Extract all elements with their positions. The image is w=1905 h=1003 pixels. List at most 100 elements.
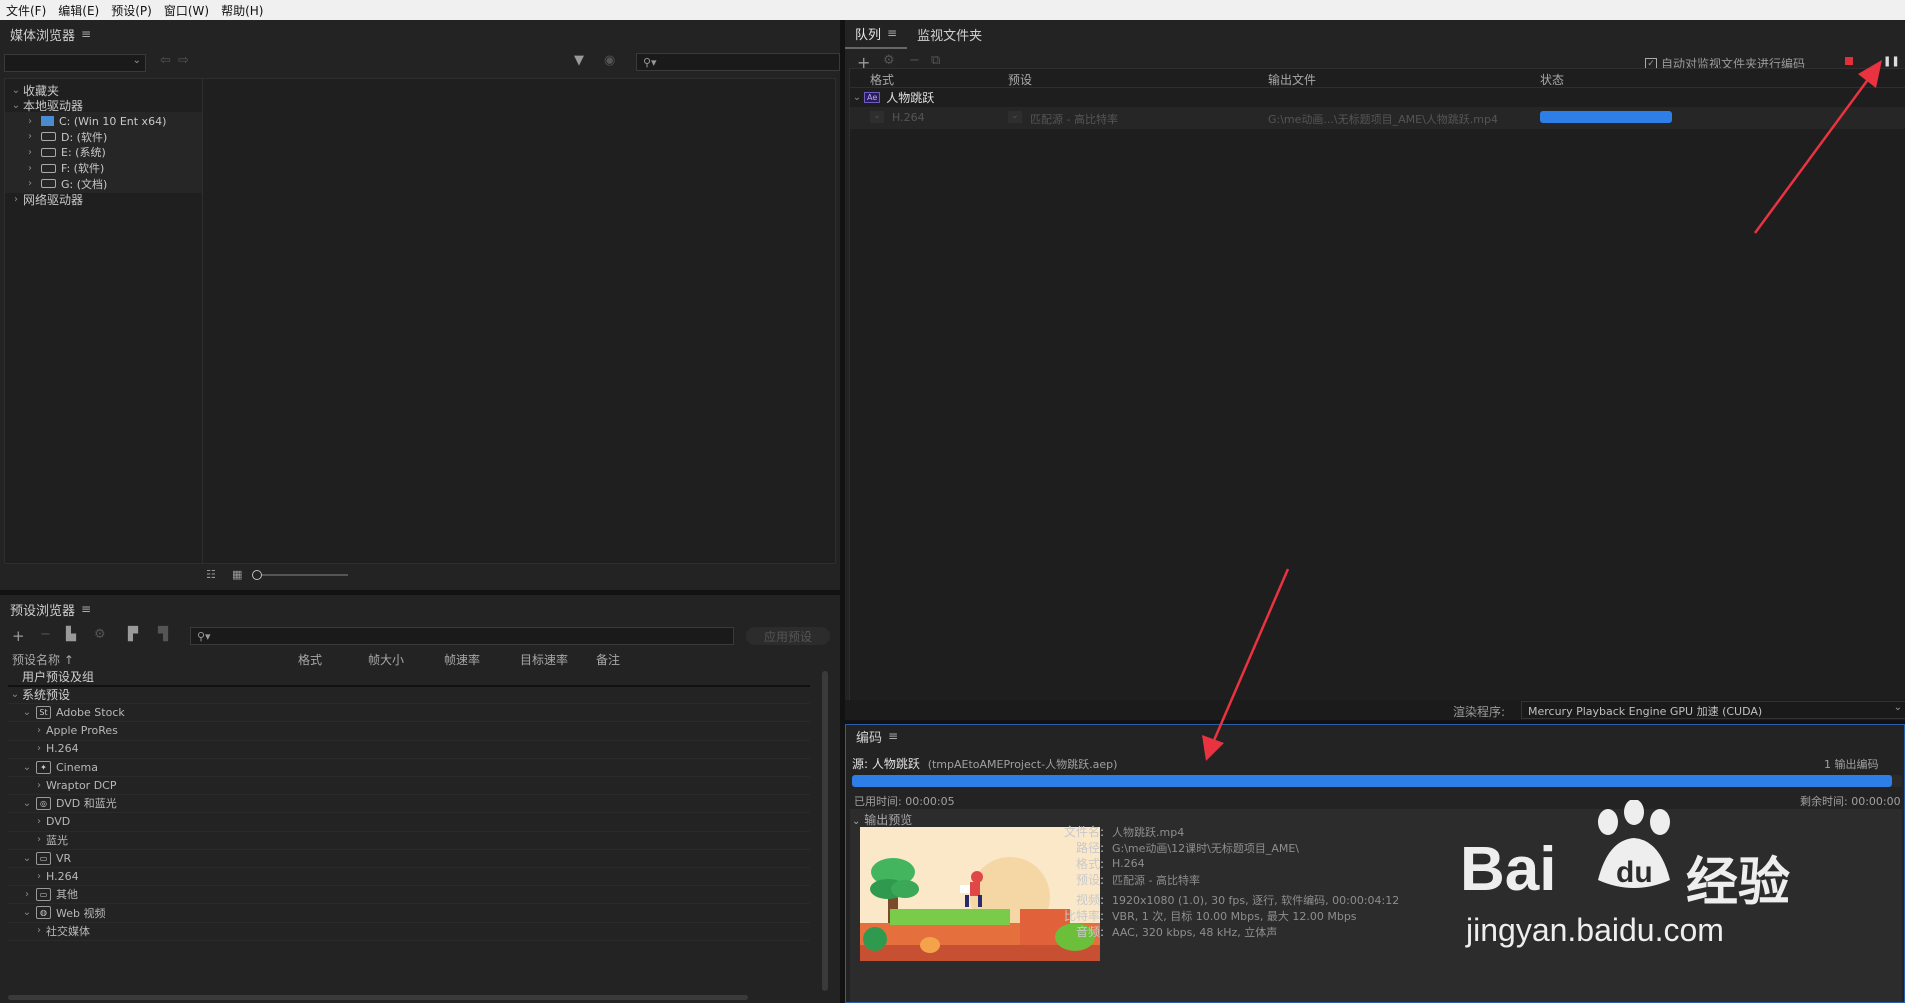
export-icon[interactable]: ▜: [158, 627, 168, 642]
forward-arrow-icon[interactable]: ⇨: [178, 53, 189, 68]
filter-icon[interactable]: ▼: [574, 53, 584, 68]
queue-item-header[interactable]: ⌄ Ae 人物跳跃: [850, 88, 1905, 106]
chevron-right-icon[interactable]: ›: [32, 780, 46, 791]
chevron-right-icon[interactable]: ›: [9, 194, 23, 205]
remove-icon[interactable]: −: [40, 627, 51, 642]
col-frame-size[interactable]: 帧大小: [368, 651, 404, 668]
tab-encoding[interactable]: 编码 ≡: [846, 725, 908, 747]
col-preset[interactable]: 预设: [1008, 71, 1032, 88]
media-search-input[interactable]: ⚲▾: [636, 53, 840, 71]
chevron-right-icon[interactable]: ›: [32, 816, 46, 827]
col-target-rate[interactable]: 目标速率: [520, 651, 568, 668]
list-view-icon[interactable]: ☷: [206, 568, 216, 581]
menu-window[interactable]: 窗口(W): [158, 2, 215, 19]
view-icon[interactable]: ◉: [604, 53, 615, 68]
output-preview-toggle[interactable]: ⌄ 输出预览: [852, 811, 912, 828]
annotation-arrow-top: [1753, 60, 1882, 234]
zoom-slider[interactable]: [252, 570, 348, 580]
chevron-down-icon[interactable]: ⌄: [8, 689, 22, 700]
col-format[interactable]: 格式: [298, 651, 322, 668]
panel-menu-icon[interactable]: ≡: [887, 26, 897, 40]
elapsed-time: 已用时间: 00:00:05: [854, 795, 955, 808]
tree-item-label: 网络驱动器: [23, 192, 84, 207]
preset-search-input[interactable]: ⚲▾: [190, 627, 734, 645]
queue-output-path[interactable]: G:\me动画...\无标题项目_AME\人物跳跃.mp4: [1268, 111, 1498, 127]
chevron-down-icon[interactable]: ⌄: [9, 85, 23, 96]
apply-preset-button[interactable]: 应用预设: [746, 627, 830, 645]
remove-icon[interactable]: −: [909, 53, 920, 68]
menu-edit[interactable]: 编辑(E): [52, 2, 105, 19]
format-dropdown[interactable]: ⌄: [870, 111, 884, 123]
chevron-right-icon[interactable]: ›: [23, 178, 37, 189]
settings-icon[interactable]: ⚙: [94, 627, 106, 642]
menu-presets[interactable]: 预设(P): [105, 2, 158, 19]
tab-preset-browser[interactable]: 预设浏览器 ≡: [0, 595, 101, 623]
menu-file[interactable]: 文件(F): [0, 2, 52, 19]
queue-output-row[interactable]: ⌄ H.264 ⌄ 匹配源 - 高比特率 G:\me动画...\无标题项目_AM…: [850, 107, 1905, 129]
chevron-down-icon[interactable]: ⌄: [20, 798, 34, 809]
panel-menu-icon[interactable]: ≡: [81, 27, 91, 41]
chevron-down-icon[interactable]: ⌄: [20, 707, 34, 718]
preset-list-item[interactable]: › Wraptor DCP: [8, 776, 810, 796]
renderer-dropdown[interactable]: Mercury Playback Engine GPU 加速 (CUDA) ⌄: [1521, 701, 1905, 719]
chevron-right-icon[interactable]: ›: [32, 925, 46, 936]
queue-preset[interactable]: 匹配源 - 高比特率: [1030, 111, 1118, 127]
preset-list-item[interactable]: ⌄ 系统预设: [8, 685, 810, 705]
new-group-icon[interactable]: ▙: [66, 627, 76, 642]
preset-list-item[interactable]: ⌄ St Adobe Stock: [8, 703, 810, 723]
preset-list-item[interactable]: › DVD: [8, 813, 810, 832]
tree-item[interactable]: › 网络驱动器: [5, 190, 202, 208]
chevron-right-icon[interactable]: ›: [32, 871, 46, 882]
preset-list-item[interactable]: ⌄ ◎ DVD 和蓝光: [8, 794, 810, 814]
col-comment[interactable]: 备注: [596, 651, 620, 668]
tab-watch-folders[interactable]: 监视文件夹: [907, 20, 992, 48]
location-dropdown[interactable]: ⌄: [4, 54, 146, 72]
queue-format[interactable]: H.264: [892, 111, 925, 124]
preset-list-item[interactable]: ⌄ ◍ Web 视频: [8, 904, 810, 923]
queue-column-header: 格式 预设 输出文件 状态: [850, 69, 1905, 88]
preset-list-item[interactable]: ⌄ ✦ Cinema: [8, 758, 810, 777]
chevron-right-icon[interactable]: ›: [32, 834, 46, 845]
preset-list-item[interactable]: › Apple ProRes: [8, 722, 810, 741]
preset-hscrollbar[interactable]: [8, 995, 748, 1000]
panel-menu-icon[interactable]: ≡: [888, 729, 898, 743]
chevron-down-icon[interactable]: ⌄: [9, 100, 23, 111]
chevron-right-icon[interactable]: ›: [23, 163, 37, 174]
col-status[interactable]: 状态: [1540, 71, 1564, 88]
tab-queue[interactable]: 队列 ≡: [845, 19, 908, 49]
chevron-down-icon[interactable]: ⌄: [20, 762, 34, 773]
preset-list-item[interactable]: 用户预设及组: [8, 667, 810, 687]
chevron-right-icon[interactable]: ›: [20, 889, 34, 900]
preset-scrollbar[interactable]: [822, 671, 828, 991]
chevron-right-icon[interactable]: ›: [23, 131, 37, 142]
chevron-down-icon[interactable]: ⌄: [20, 907, 34, 918]
slider-handle[interactable]: [252, 570, 262, 580]
preset-list-item[interactable]: › H.264: [8, 867, 810, 887]
duplicate-icon[interactable]: ⧉: [931, 53, 940, 68]
chevron-right-icon[interactable]: ›: [32, 725, 46, 736]
preset-list-item[interactable]: › H.264: [8, 740, 810, 759]
chevron-right-icon[interactable]: ›: [23, 147, 37, 158]
chevron-down-icon[interactable]: ⌄: [850, 92, 864, 103]
preset-list-item[interactable]: › 蓝光: [8, 831, 810, 850]
thumbnail-view-icon[interactable]: ▦: [232, 568, 242, 581]
preset-list-item[interactable]: ⌄ ▭ VR: [8, 849, 810, 868]
import-icon[interactable]: ▛: [128, 627, 138, 642]
settings-icon[interactable]: ⚙: [883, 53, 895, 68]
preset-dropdown[interactable]: ⌄: [1008, 111, 1022, 123]
chevron-right-icon[interactable]: ›: [23, 116, 37, 127]
preset-list-item[interactable]: › ▭ 其他: [8, 885, 810, 905]
col-frame-rate[interactable]: 帧速率: [444, 651, 480, 668]
menu-help[interactable]: 帮助(H): [215, 2, 269, 19]
panel-menu-icon[interactable]: ≡: [81, 602, 91, 616]
preset-list-item[interactable]: › 社交媒体: [8, 922, 810, 941]
col-format[interactable]: 格式: [870, 71, 894, 88]
chevron-down-icon[interactable]: ⌄: [20, 853, 34, 864]
queue-panel: 队列 ≡ 监视文件夹 + ⚙ − ⧉ ✓ 自动对监视文件夹进行编码 ❚❚ 格式 …: [845, 20, 1905, 720]
back-arrow-icon[interactable]: ⇦: [160, 53, 171, 68]
col-output-file[interactable]: 输出文件: [1268, 71, 1316, 88]
tab-media-browser[interactable]: 媒体浏览器 ≡: [0, 20, 101, 48]
col-preset-name[interactable]: 预设名称 ↑: [12, 651, 74, 668]
chevron-right-icon[interactable]: ›: [32, 743, 46, 754]
add-icon[interactable]: +: [12, 627, 25, 645]
